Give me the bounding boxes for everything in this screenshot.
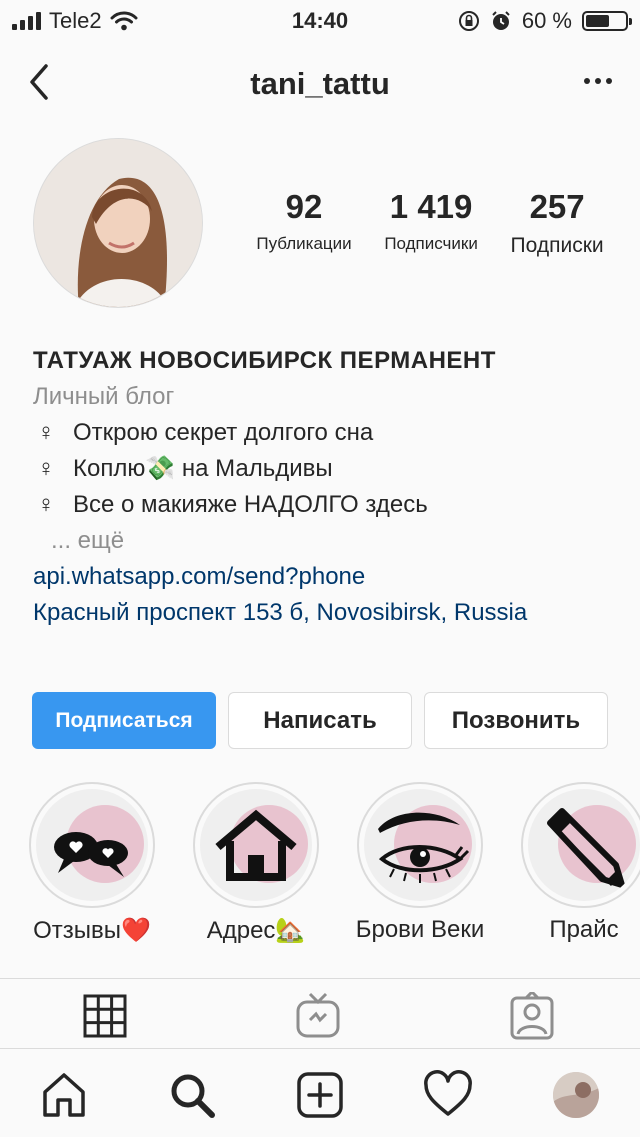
stat-following[interactable]: 257 Подписки	[511, 188, 604, 258]
speech-bubbles-heart-icon	[54, 832, 128, 877]
eye-brow-icon	[378, 812, 470, 883]
activity-heart-icon	[424, 1070, 472, 1116]
tab-tagged[interactable]	[502, 992, 562, 1048]
bottom-tab-bar	[0, 1048, 640, 1137]
grid-icon	[83, 994, 127, 1038]
profile-photo	[34, 139, 202, 307]
stat-followers[interactable]: 1 419 Подписчики	[384, 188, 478, 258]
highlight-label: Прайс	[549, 916, 619, 943]
highlight-label: Адрес🏡	[206, 917, 306, 944]
profile-tabs	[0, 992, 640, 1048]
stat-value: 257	[529, 188, 585, 225]
call-button[interactable]: Позвонить	[424, 692, 608, 749]
home-icon	[43, 1073, 85, 1117]
tagged-icon	[510, 992, 554, 1040]
female-symbol: ♀	[37, 419, 55, 446]
highlight-label: Брови Веки	[355, 916, 485, 943]
bio-line: ♀ Все о макияже НАДОЛГО здесь	[33, 487, 623, 523]
highlight-address[interactable]: Адрес🏡	[181, 782, 331, 945]
follow-button[interactable]: Подписаться	[32, 692, 216, 749]
bio-line: ♀ Открою секрет долгого сна	[33, 415, 623, 451]
orientation-lock-icon	[458, 11, 479, 31]
ellipsis-icon[interactable]	[584, 78, 612, 84]
house-icon	[215, 809, 297, 881]
stat-label: Подписчики	[384, 234, 478, 253]
battery-percent: 60 %	[521, 8, 572, 33]
female-symbol: ♀	[37, 455, 55, 482]
bio-text: Все о макияже НАДОЛГО здесь	[73, 491, 428, 518]
profile-stats: 92 Публикации 1 419 Подписчики 257 Подпи…	[240, 188, 620, 258]
profile-avatar	[553, 1072, 599, 1118]
stat-label: Публикации	[256, 234, 352, 253]
bio: ТАТУАЖ НОВОСИБИРСК ПЕРМАНЕНТ Личный блог…	[33, 343, 623, 631]
bio-more-link[interactable]: ... ещё	[33, 523, 623, 559]
highlight-label: Отзывы❤️	[33, 917, 151, 944]
profile-tab[interactable]	[548, 1067, 604, 1123]
activity-tab[interactable]	[420, 1067, 476, 1123]
stat-posts[interactable]: 92 Публикации	[256, 188, 351, 258]
website-link[interactable]: api.whatsapp.com/send?phone	[33, 559, 623, 595]
avatar[interactable]	[33, 138, 203, 308]
stat-label: Подписки	[510, 234, 604, 257]
highlight-brows[interactable]: Брови Веки	[345, 782, 495, 944]
highlight-reviews[interactable]: Отзывы❤️	[17, 782, 167, 945]
tab-igtv[interactable]	[288, 992, 348, 1048]
stat-value: 92	[285, 188, 323, 225]
highlight-price[interactable]: Прайс	[509, 782, 640, 944]
search-tab[interactable]	[164, 1067, 220, 1123]
address-link[interactable]: Красный проспект 153 б, Novosibirsk, Rus…	[33, 595, 623, 631]
alarm-icon	[492, 11, 510, 30]
profile-category: Личный блог	[33, 383, 175, 410]
divider	[0, 978, 640, 979]
battery-icon	[582, 11, 632, 31]
pencil-icon	[547, 808, 625, 888]
new-post-tab[interactable]	[292, 1067, 348, 1123]
search-icon	[171, 1074, 215, 1118]
bio-text: Открою секрет долгого сна	[73, 419, 374, 446]
status-bar: Tele2 14:40 60 %	[0, 0, 640, 40]
story-highlights: Отзывы❤️ Адрес🏡 Брови Веки Прайс	[0, 782, 640, 952]
profile-name: ТАТУАЖ НОВОСИБИРСК ПЕРМАНЕНТ	[33, 347, 496, 374]
bio-line: ♀ Коплю💸 на Мальдивы	[33, 451, 623, 487]
message-button[interactable]: Написать	[228, 692, 412, 749]
page-title: tani_tattu	[250, 66, 390, 101]
igtv-icon	[296, 992, 340, 1038]
home-tab[interactable]	[36, 1067, 92, 1123]
bio-text: Коплю💸 на Мальдивы	[73, 455, 333, 482]
nav-bar: tani_tattu	[0, 48, 640, 118]
new-post-icon	[297, 1072, 343, 1118]
tab-grid[interactable]	[75, 992, 135, 1048]
female-symbol: ♀	[37, 491, 55, 518]
stat-value: 1 419	[389, 188, 473, 225]
profile-actions: Подписаться Написать Позвонить	[32, 692, 608, 749]
